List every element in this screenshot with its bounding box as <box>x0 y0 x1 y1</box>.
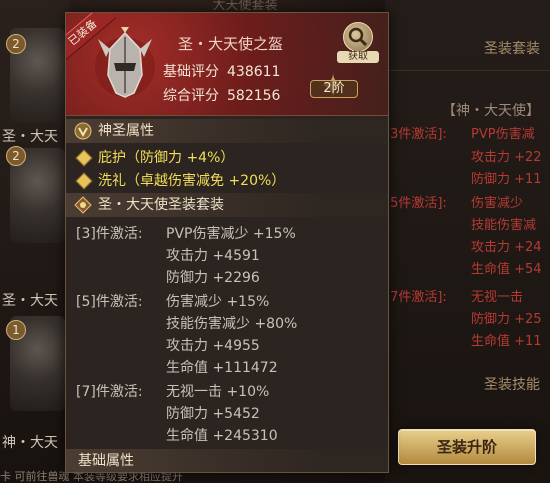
set-bonus-title: 圣・大天使圣装套装 <box>98 197 224 213</box>
magnifier-icon <box>343 22 373 52</box>
set-panel-title: 圣装套装 <box>484 41 540 57</box>
slot-2-label: 圣・大天 <box>2 293 58 309</box>
holy-attribute: 洗礼（卓越伤害减免 +20%） <box>75 170 285 190</box>
set-bonus-row: [7]件激活: 无视一击 +10% <box>76 384 270 400</box>
set-panel-row: 技能伤害减 <box>471 218 537 233</box>
set-bonus-row: 攻击力 +4591 <box>166 248 260 264</box>
total-score: 综合评分 582156 <box>163 85 280 105</box>
source-button-label: 获取 <box>337 51 379 63</box>
base-score-label: 基础评分 <box>163 64 219 80</box>
screen: 大天使套装 2 圣・大天 2 圣・大天 1 神・大天 圣装套装 【神・大天使】 … <box>0 0 550 483</box>
holy-attributes-title: 神圣属性 <box>98 123 154 139</box>
set-bonus-row: 防御力 +5452 <box>166 406 260 422</box>
set-panel-set-name: 【神・大天使】 <box>442 103 540 119</box>
set-bonus-row: 生命值 +111472 <box>166 360 278 376</box>
set-bonus-row: 攻击力 +4955 <box>166 338 260 354</box>
diamond-bullet-icon <box>75 172 93 190</box>
base-score-value: 438611 <box>227 64 281 80</box>
set-bonus-row: 技能伤害减少 +80% <box>166 316 298 332</box>
set-panel-row: 攻击力 +24 <box>471 240 542 255</box>
grade-label: 2阶 <box>310 80 358 98</box>
holy-emblem-icon <box>74 122 92 140</box>
slot-3-grade-badge: 1 <box>6 320 26 340</box>
total-score-value: 582156 <box>227 88 281 104</box>
diamond-bullet-icon <box>75 149 93 167</box>
item-tooltip: 已装备 圣・大天使之盔 基础评分 438611 综合评分 582156 获取 2… <box>65 12 389 473</box>
set-emblem-icon <box>74 196 92 214</box>
helmet-icon <box>95 27 155 98</box>
holy-attribute: 庇护（防御力 +4%） <box>75 147 234 167</box>
set-bonus-row: [5]件激活: 伤害减少 +15% <box>76 294 270 310</box>
set-panel-row: 防御力 +25 <box>471 312 542 327</box>
set-panel-row: [7件激活]: 无视一击 <box>385 290 524 305</box>
set-skill-title: 圣装技能 <box>484 377 540 393</box>
upgrade-button[interactable]: 圣装升阶 <box>398 429 536 465</box>
item-name: 圣・大天使之盔 <box>178 35 284 53</box>
set-panel-row: 攻击力 +22 <box>471 150 542 165</box>
set-bonus-row: 生命值 +245310 <box>166 428 278 444</box>
slot-1-label: 圣・大天 <box>2 129 58 145</box>
slot-1-grade-badge: 2 <box>6 34 26 54</box>
slot-3-label: 神・大天 <box>2 435 58 451</box>
set-bonus-row: [3]件激活: PVP伤害减少 +15% <box>76 226 296 242</box>
tooltip-header: 已装备 圣・大天使之盔 基础评分 438611 综合评分 582156 获取 2… <box>66 13 388 116</box>
set-bonus-row: 防御力 +2296 <box>166 270 260 286</box>
set-bonus-header: 圣・大天使圣装套装 <box>66 193 388 217</box>
slot-2-grade-badge: 2 <box>6 146 26 166</box>
set-panel-divider <box>385 70 550 71</box>
set-panel-row: 生命值 +54 <box>471 262 542 277</box>
background-title: 大天使套装 <box>212 0 278 12</box>
set-panel-row: 生命值 +11 <box>471 334 542 349</box>
set-panel-row: [5件激活]: 伤害减少 <box>385 196 524 211</box>
source-button[interactable]: 获取 <box>337 22 379 63</box>
base-attributes-title: 基础属性 <box>78 453 134 469</box>
set-panel-row: 防御力 +11 <box>471 172 542 187</box>
total-score-label: 综合评分 <box>163 88 219 104</box>
base-score: 基础评分 438611 <box>163 61 280 81</box>
grade-badge: ✦ 2阶 <box>306 69 360 105</box>
holy-attributes-header: 神圣属性 <box>66 119 388 143</box>
set-panel-row: [3件激活]: PVP伤害减 <box>385 127 535 142</box>
base-attributes-header: 基础属性 <box>66 449 388 472</box>
